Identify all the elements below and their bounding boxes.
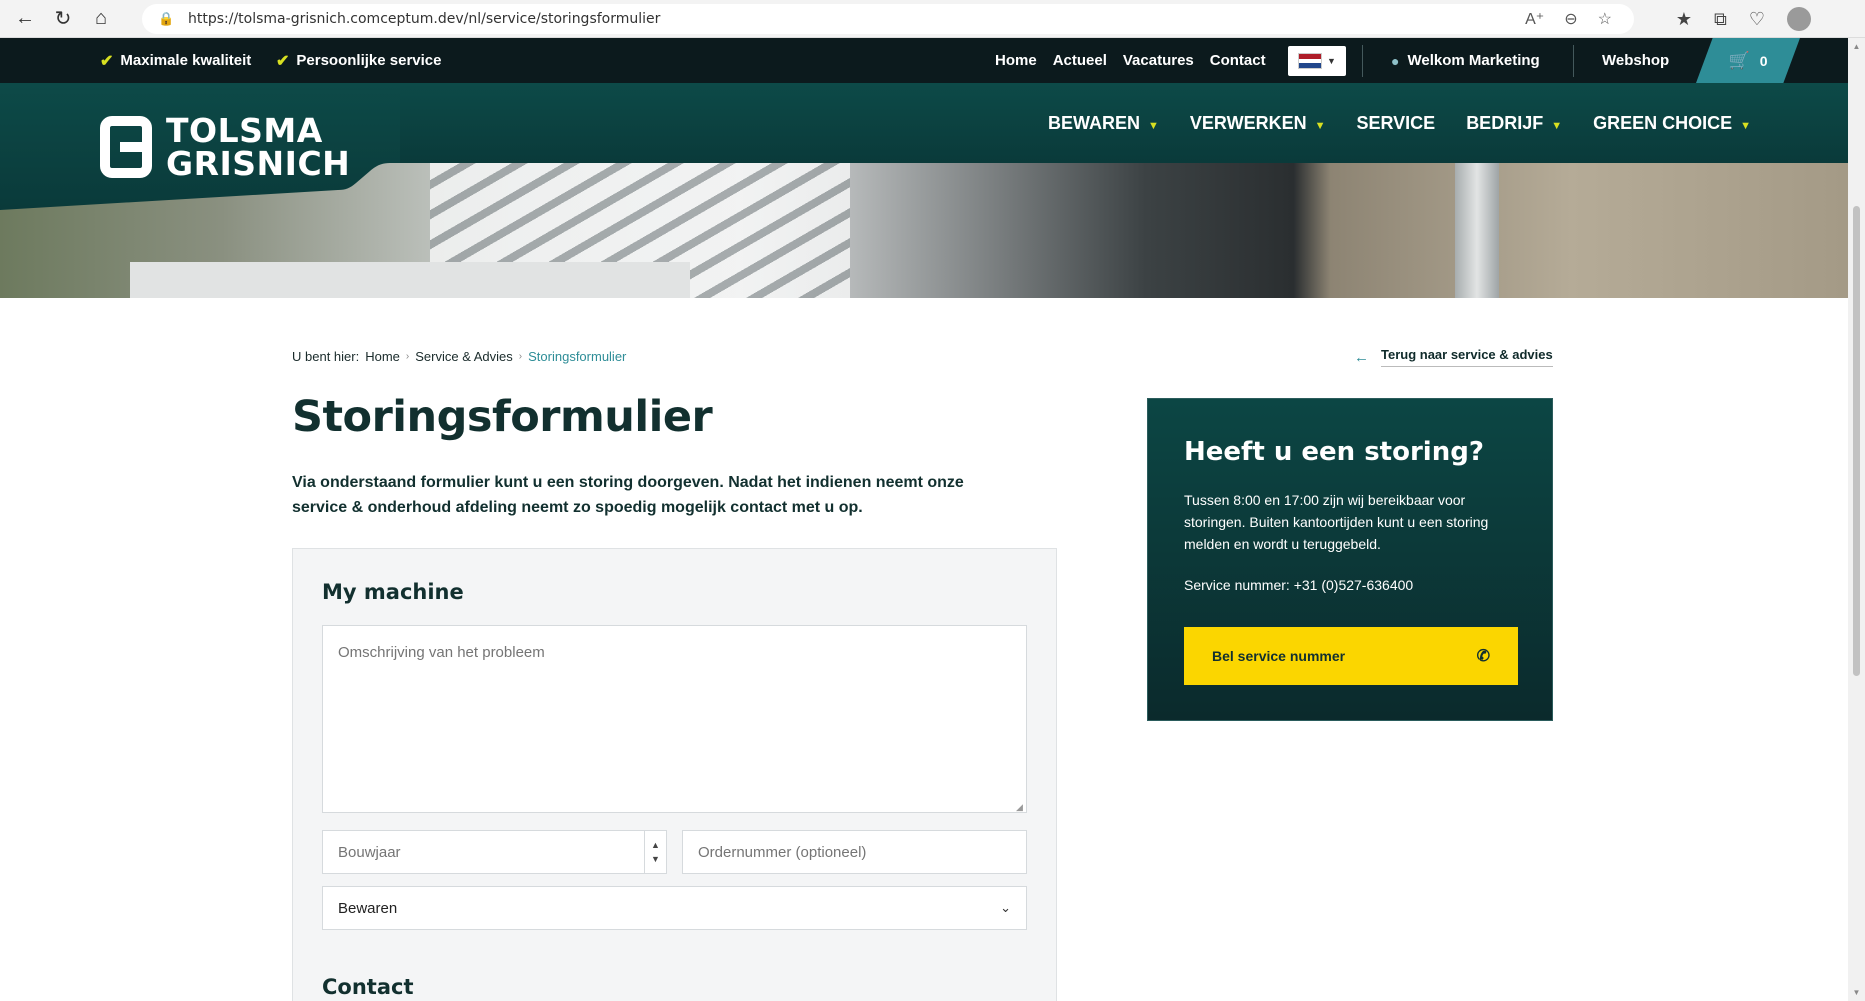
back-icon[interactable]: ← <box>6 0 44 38</box>
card-title: Heeft u een storing? <box>1184 437 1484 467</box>
site-logo[interactable]: TOLSMA GRISNICH <box>100 114 350 180</box>
stepper-down-icon[interactable]: ▼ <box>651 854 660 864</box>
top-nav-home[interactable]: Home <box>995 52 1037 69</box>
top-nav-vacatures[interactable]: Vacatures <box>1123 52 1194 69</box>
hero-image-detail <box>130 262 690 298</box>
resize-grip-icon[interactable]: ◢ <box>1016 802 1026 812</box>
favorites-icon[interactable]: ★ <box>1676 9 1692 30</box>
address-bar[interactable]: 🔒 https://tolsma-grisnich.comceptum.dev/… <box>142 4 1634 34</box>
chevron-right-icon: › <box>518 351 523 362</box>
page-scrollbar[interactable]: ▲ ▼ <box>1848 38 1865 1001</box>
collections-icon[interactable]: ⧉ <box>1714 9 1727 30</box>
chevron-right-icon: › <box>405 351 410 362</box>
main-nav-verwerken[interactable]: VERWERKEN ▼ <box>1190 113 1326 134</box>
check-icon: ✔ <box>100 52 114 70</box>
usp-item: ✔ Persoonlijke service <box>276 52 442 70</box>
storing-contact-card: Heeft u een storing? Tussen 8:00 en 17:0… <box>1147 398 1553 721</box>
account-link[interactable]: ● Welkom Marketing <box>1391 38 1540 83</box>
top-bar: ✔ Maximale kwaliteit ✔ Persoonlijke serv… <box>0 38 1848 83</box>
cart-icon: 🛒 <box>1728 50 1750 70</box>
top-nav-actueel[interactable]: Actueel <box>1053 52 1107 69</box>
language-selector[interactable]: ▼ <box>1288 46 1346 76</box>
usp-item: ✔ Maximale kwaliteit <box>100 52 252 70</box>
home-icon[interactable]: ⌂ <box>82 0 120 38</box>
main-nav-bedrijf[interactable]: BEDRIJF ▼ <box>1466 113 1562 134</box>
page-intro: Via onderstaand formulier kunt u een sto… <box>292 474 964 516</box>
divider <box>1362 45 1363 77</box>
cart-count: 0 <box>1759 52 1768 69</box>
main-nav-service[interactable]: SERVICE <box>1356 113 1435 134</box>
form-section-contact: Contact <box>322 975 414 999</box>
breadcrumb-current: Storingsformulier <box>528 349 627 364</box>
scrollbar-thumb[interactable] <box>1853 206 1860 676</box>
scroll-down-icon[interactable]: ▼ <box>1852 988 1861 997</box>
webshop-link[interactable]: Webshop <box>1602 38 1669 83</box>
browser-toolbar: ← ↻ ⌂ 🔒 https://tolsma-grisnich.comceptu… <box>0 0 1865 38</box>
caret-down-icon: ▼ <box>1551 119 1563 132</box>
main-nav: BEWAREN ▼ VERWERKEN ▼ SERVICE BEDRIJF ▼ GRE… <box>1048 83 1751 163</box>
cart-button[interactable]: 🛒 0 <box>1696 38 1800 83</box>
top-nav-contact[interactable]: Contact <box>1210 52 1266 69</box>
user-icon: ● <box>1391 52 1400 69</box>
breadcrumb-home[interactable]: Home <box>365 349 400 364</box>
call-service-button[interactable]: Bel service nummer ✆ <box>1184 627 1518 685</box>
number-stepper[interactable]: ▲ ▼ <box>644 830 666 874</box>
page-title: Storingsformulier <box>292 392 713 442</box>
check-icon: ✔ <box>276 52 290 70</box>
read-aloud-icon[interactable]: A⁺ <box>1525 9 1544 29</box>
profile-avatar[interactable] <box>1787 7 1811 31</box>
caret-down-icon: ▼ <box>1314 119 1326 132</box>
back-to-service-link[interactable]: ← Terug naar service & advies <box>1354 347 1553 367</box>
stepper-up-icon[interactable]: ▲ <box>651 840 660 850</box>
caret-down-icon: ▼ <box>1148 119 1159 132</box>
dutch-flag-icon <box>1298 53 1323 69</box>
phone-icon: ✆ <box>1476 648 1490 665</box>
arrow-left-icon: ← <box>1354 348 1369 366</box>
favorite-star-icon[interactable]: ☆ <box>1598 9 1612 29</box>
order-number-input[interactable] <box>682 830 1027 874</box>
problem-description-input[interactable] <box>322 625 1027 813</box>
category-select[interactable]: Bewaren ⌄ <box>322 886 1027 930</box>
breadcrumb-service[interactable]: Service & Advies <box>415 349 513 364</box>
reload-icon[interactable]: ↻ <box>44 0 82 38</box>
card-description: Tussen 8:00 en 17:00 zijn wij bereikbaar… <box>1184 492 1489 552</box>
extension-icon[interactable]: ♡ <box>1749 9 1765 30</box>
main-nav-green-choice[interactable]: GREEN CHOICE ▼ <box>1593 113 1751 134</box>
logo-mark-icon <box>100 116 152 178</box>
url-text: https://tolsma-grisnich.comceptum.dev/nl… <box>188 11 661 27</box>
breadcrumb: U bent hier: Home › Service & Advies › S… <box>292 349 627 364</box>
scroll-up-icon[interactable]: ▲ <box>1852 42 1861 51</box>
caret-down-icon: ▼ <box>1740 119 1752 132</box>
service-number: Service nummer: +31 (0)527-636400 <box>1184 577 1414 593</box>
divider <box>1573 45 1574 77</box>
top-nav: Home Actueel Vacatures Contact <box>995 38 1266 83</box>
chevron-down-icon: ⌄ <box>1000 900 1011 915</box>
main-nav-bewaren[interactable]: BEWAREN ▼ <box>1048 113 1159 134</box>
build-year-input[interactable] <box>322 830 667 874</box>
form-section-machine: My machine <box>322 580 464 604</box>
caret-down-icon: ▼ <box>1327 56 1336 66</box>
zoom-icon[interactable]: ⊖ <box>1564 9 1577 29</box>
lock-icon: 🔒 <box>158 11 175 26</box>
